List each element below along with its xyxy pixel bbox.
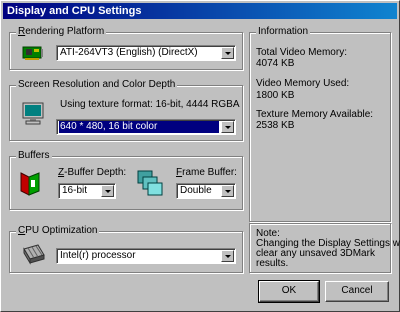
chevron-down-icon[interactable] — [221, 47, 234, 59]
display-cpu-settings-dialog: Display and CPU Settings Rendering Platf… — [0, 0, 400, 312]
information-title: Information — [256, 26, 311, 38]
z-buffer-label: Z-Buffer Depth: — [58, 167, 127, 178]
frame-buffer-label: Frame Buffer: — [176, 167, 237, 178]
video-memory-used-value: 1800 KB — [256, 90, 295, 101]
cpu-optimization-group: CPU Optimization Intel(r) processor — [9, 225, 243, 273]
z-buffer-value: 16-bit — [62, 185, 88, 196]
note-line-3: results. — [256, 258, 289, 269]
rendering-platform-title: Rendering Platform — [16, 26, 107, 38]
texture-format-label: Using texture format: 16-bit, 4444 RGBA — [60, 99, 240, 110]
buffers-group: Buffers Z-Buffer Depth: 16-bit Frame Buf… — [9, 150, 243, 210]
rendering-platform-select[interactable]: ATI-264VT3 (English) (DirectX) — [56, 45, 236, 61]
monitor-icon — [22, 102, 44, 125]
chevron-down-icon[interactable] — [101, 185, 114, 197]
note-box: Note: Changing the Display Settings will… — [249, 223, 400, 273]
resolution-value: 640 * 480, 16 bit color — [59, 121, 219, 133]
chevron-down-icon[interactable] — [221, 250, 234, 262]
graphics-card-icon — [22, 46, 43, 60]
ok-button[interactable]: OK — [258, 280, 320, 303]
total-video-memory-value: 4074 KB — [256, 58, 295, 69]
information-group: Information Total Video Memory: 4074 KB … — [249, 26, 391, 222]
screen-resolution-group: Screen Resolution and Color Depth Using … — [9, 79, 243, 141]
cpu-chip-icon — [23, 244, 45, 265]
screen-resolution-title: Screen Resolution and Color Depth — [16, 79, 178, 91]
buffers-title: Buffers — [16, 150, 52, 162]
z-buffer-icon — [20, 172, 40, 196]
z-buffer-select[interactable]: 16-bit — [58, 183, 116, 199]
cpu-optimization-title: CPU Optimization — [16, 225, 100, 237]
cancel-button[interactable]: Cancel — [325, 281, 389, 302]
resolution-select[interactable]: 640 * 480, 16 bit color — [56, 119, 236, 135]
texture-memory-value: 2538 KB — [256, 120, 295, 131]
frame-buffer-value: Double — [180, 185, 212, 196]
rendering-platform-group: Rendering Platform ATI-264VT3 (English) … — [9, 26, 243, 70]
chevron-down-icon[interactable] — [221, 185, 234, 197]
video-memory-used-label: Video Memory Used: — [256, 78, 350, 89]
cpu-optimization-select[interactable]: Intel(r) processor — [56, 248, 236, 264]
frame-buffer-icon — [137, 170, 163, 196]
chevron-down-icon[interactable] — [221, 121, 234, 133]
frame-buffer-select[interactable]: Double — [176, 183, 236, 199]
rendering-platform-value: ATI-264VT3 (English) (DirectX) — [60, 47, 198, 58]
cpu-optimization-value: Intel(r) processor — [60, 250, 136, 261]
window-title: Display and CPU Settings — [3, 3, 397, 19]
